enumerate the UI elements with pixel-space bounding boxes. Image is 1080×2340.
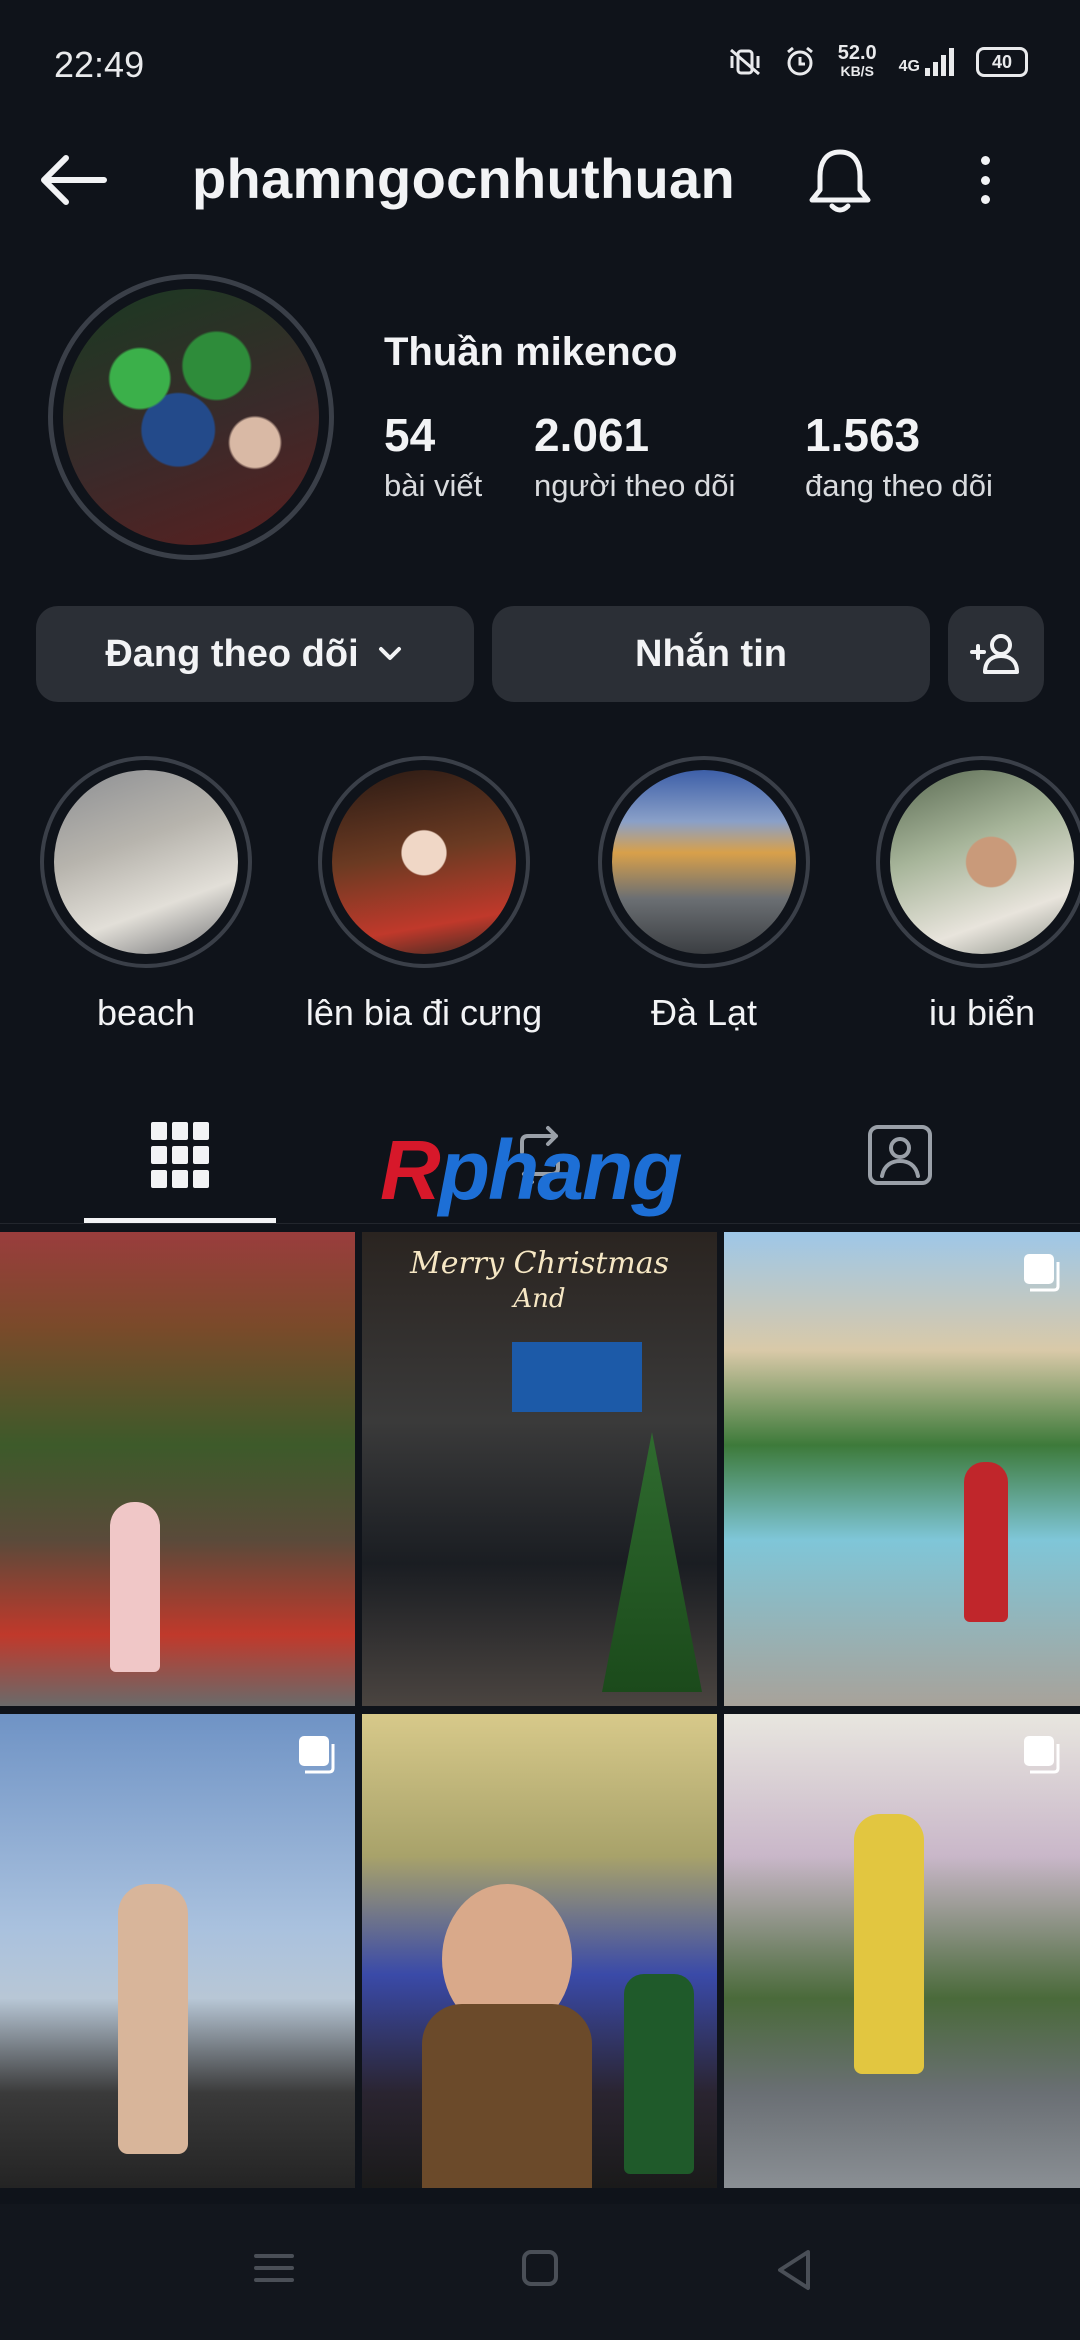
highlight-ring <box>876 756 1080 968</box>
highlight-ring <box>318 756 530 968</box>
profile-username: phamngocnhuthuan <box>192 147 735 210</box>
stat-followers[interactable]: 2.061 người theo dõi <box>534 408 735 504</box>
tab-posts-grid[interactable] <box>120 1110 240 1200</box>
nav-home-button[interactable] <box>520 2248 568 2296</box>
tagged-icon <box>868 1125 932 1185</box>
status-icons: 52.0 KB/S 4G 40 <box>728 42 1028 80</box>
home-square-icon <box>522 2250 558 2286</box>
net-speed-value: 52.0 <box>837 42 877 64</box>
more-options-button[interactable] <box>955 150 1015 210</box>
watermark-part1: R <box>380 1123 441 1217</box>
carousel-icon <box>1024 1736 1060 1774</box>
highlight-da-lat[interactable]: Đà Lạt <box>584 756 824 1034</box>
following-label: Đang theo dõi <box>105 632 359 675</box>
tabs-divider <box>0 1223 1080 1224</box>
battery-icon: 40 <box>976 47 1028 77</box>
post-figure <box>854 1814 924 2074</box>
alarm-icon <box>786 46 813 76</box>
post-figure <box>118 1884 188 2154</box>
notifications-button[interactable] <box>800 140 880 220</box>
profile-avatar[interactable] <box>48 274 334 560</box>
carousel-icon <box>1024 1254 1060 1292</box>
highlight-len-bia-di-cung[interactable]: lên bia đi cưng <box>304 756 544 1034</box>
back-button[interactable] <box>36 150 116 210</box>
highlight-ring <box>598 756 810 968</box>
post-tile[interactable] <box>724 1232 1080 1706</box>
signal-icon <box>925 48 954 76</box>
stat-following[interactable]: 1.563 đang theo dõi <box>805 408 993 504</box>
highlight-label: lên bia đi cưng <box>305 992 543 1033</box>
net-speed: 52.0 KB/S <box>837 42 877 80</box>
post-tile[interactable]: Merry Christmas And <box>362 1232 717 1706</box>
stat-posts-value: 54 <box>384 409 436 461</box>
highlight-label: Đà Lạt <box>650 992 758 1033</box>
stat-following-label: đang theo dõi <box>805 468 993 503</box>
highlight-cover <box>890 770 1074 954</box>
carousel-icon <box>299 1736 335 1774</box>
message-button[interactable]: Nhắn tin <box>492 606 930 702</box>
post-figure <box>110 1502 160 1672</box>
stat-posts[interactable]: 54 bài viết <box>384 408 482 504</box>
watermark-part2: phang <box>438 1123 683 1217</box>
stat-followers-value: 2.061 <box>534 409 650 461</box>
back-triangle-icon <box>778 2250 810 2290</box>
grid-icon <box>151 1122 209 1188</box>
post-figure <box>964 1462 1008 1622</box>
post-figure <box>422 2004 592 2188</box>
post-tile[interactable] <box>724 1714 1080 2188</box>
following-button[interactable]: Đang theo dõi <box>36 606 474 702</box>
display-name: Thuần mikenco <box>384 330 678 374</box>
status-time: 22:49 <box>54 44 145 85</box>
highlight-label: beach <box>96 992 196 1033</box>
stat-posts-label: bài viết <box>384 468 483 503</box>
post-tile[interactable] <box>0 1232 355 1706</box>
suggest-users-button[interactable] <box>948 606 1044 702</box>
post-sign <box>512 1342 642 1412</box>
highlight-cover <box>54 770 238 954</box>
highlight-iu-bien[interactable]: iu biển <box>862 756 1080 1034</box>
more-vertical-icon <box>980 156 990 165</box>
system-nav-bar <box>0 2204 1080 2340</box>
add-user-icon <box>970 634 1019 674</box>
highlight-cover <box>612 770 796 954</box>
stat-followers-label: người theo dõi <box>534 468 736 503</box>
highlight-label: iu biển <box>928 992 1036 1033</box>
message-label: Nhắn tin <box>635 632 787 675</box>
menu-icon <box>254 2254 294 2282</box>
back-arrow-icon <box>41 155 107 205</box>
highlight-ring <box>40 756 252 968</box>
highlight-cover <box>332 770 516 954</box>
stat-following-value: 1.563 <box>805 409 921 461</box>
nav-back-button[interactable] <box>774 2248 822 2296</box>
highlight-beach[interactable]: beach <box>26 756 266 1034</box>
net-speed-unit: KB/S <box>840 63 874 79</box>
post-tile[interactable] <box>362 1714 717 2188</box>
network-type: 4G <box>898 58 920 75</box>
chevron-down-icon <box>378 647 401 660</box>
mute-vibrate-icon <box>729 48 760 76</box>
post-overlay-text: Merry Christmas <box>409 1246 670 1281</box>
bell-icon <box>809 149 871 213</box>
nav-recents-button[interactable] <box>252 2248 312 2296</box>
post-bottle <box>624 1974 694 2174</box>
tab-tagged[interactable] <box>840 1110 960 1200</box>
post-tree <box>602 1432 702 1692</box>
post-tile[interactable] <box>0 1714 355 2188</box>
avatar-image <box>63 289 319 545</box>
watermark-logo: Rphang <box>380 1122 683 1219</box>
post-overlay-text: And <box>513 1284 566 1314</box>
active-tab-indicator <box>84 1218 276 1223</box>
